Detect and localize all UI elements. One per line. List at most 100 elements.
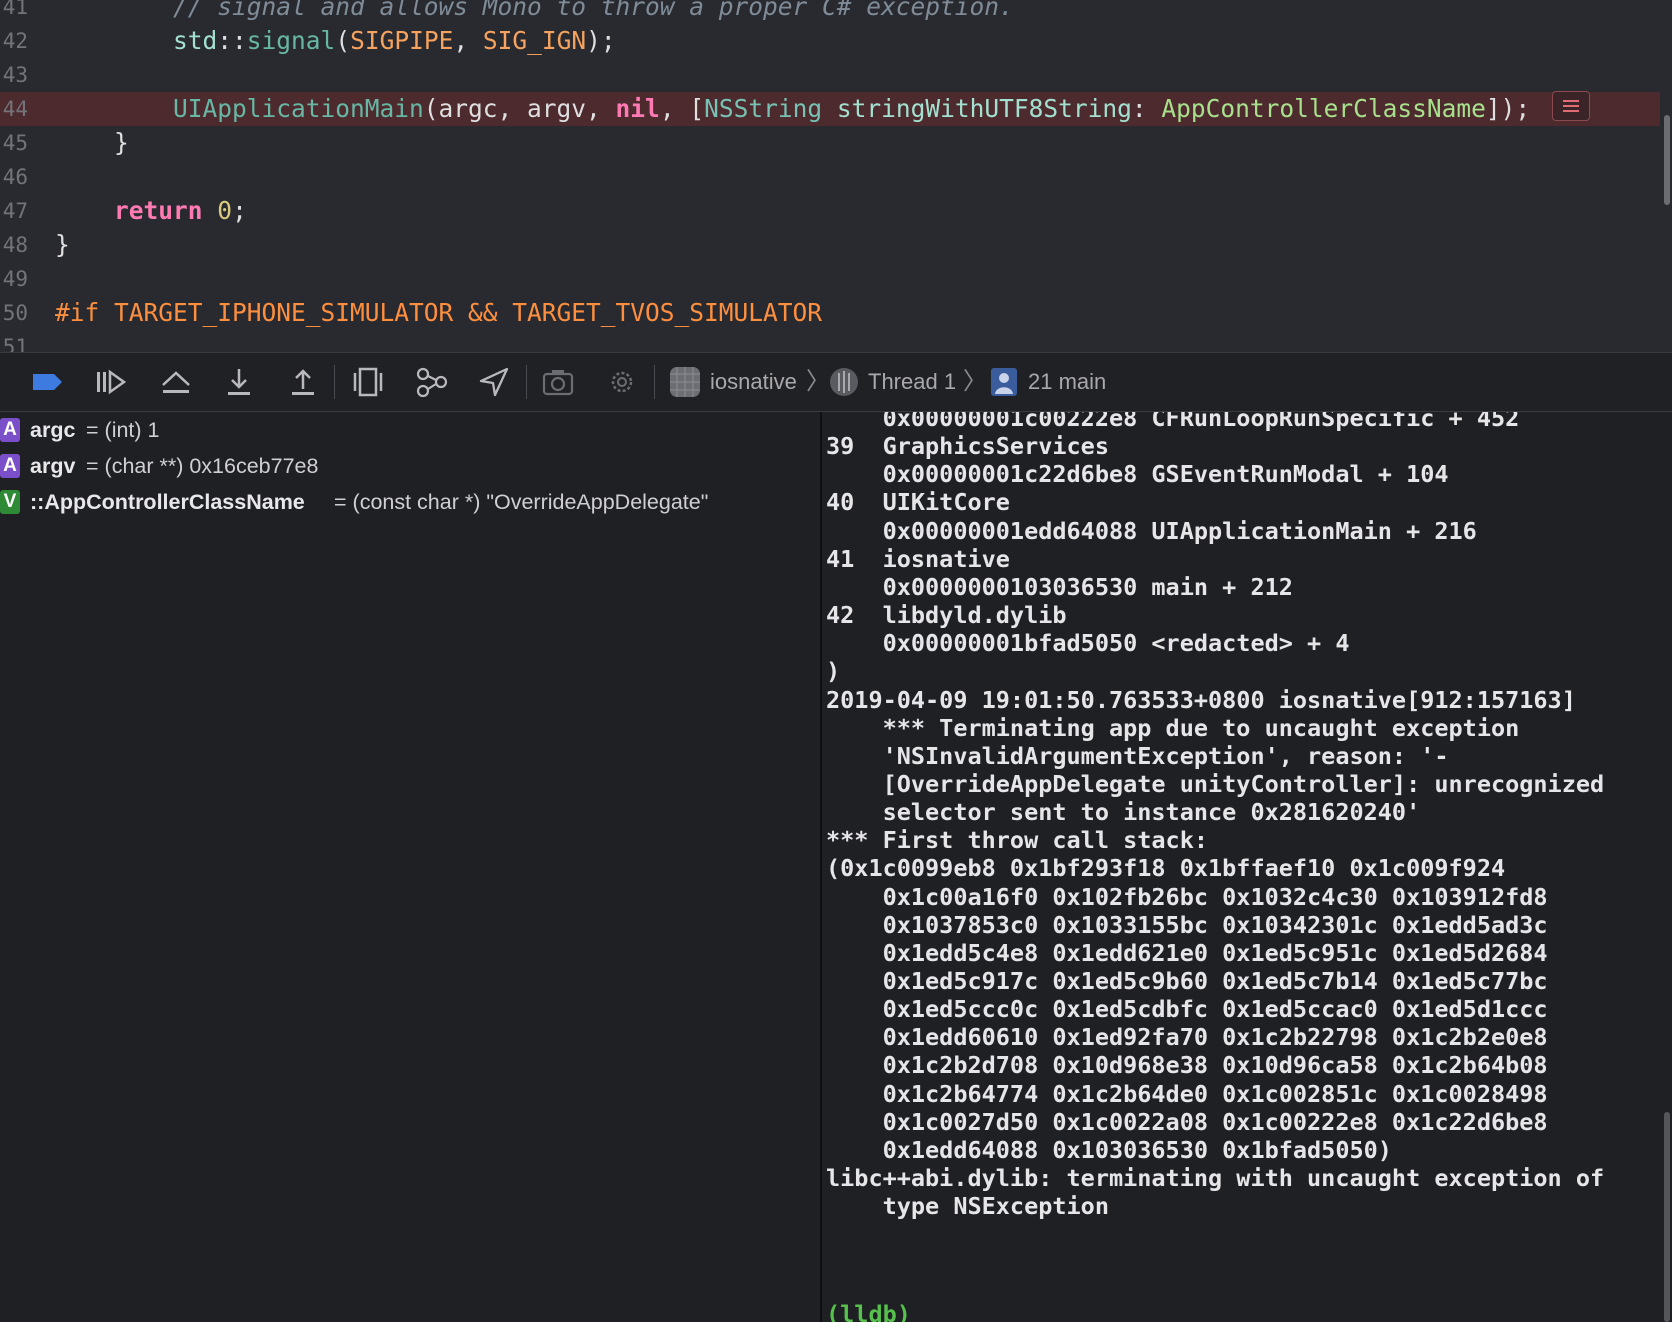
code-token: stringWithUTF8String xyxy=(836,94,1132,123)
code-token: (argc, argv, xyxy=(423,94,616,123)
debug-view-hierarchy-button[interactable] xyxy=(351,365,385,399)
location-icon xyxy=(479,367,509,397)
breakpoint-icon xyxy=(33,374,62,390)
code-line[interactable]: 45 } xyxy=(0,126,1660,160)
line-number[interactable]: 48 xyxy=(0,228,28,262)
lldb-prompt[interactable]: (lldb) xyxy=(826,1299,1666,1322)
code-line[interactable]: 49 xyxy=(0,262,1660,296)
code-token: AppControllerClassName xyxy=(1161,94,1486,123)
code-text: UIApplicationMain(argc, argv, nil, [NSSt… xyxy=(55,92,1530,126)
step-over-button[interactable] xyxy=(159,365,193,399)
line-number[interactable]: 41 xyxy=(0,0,28,24)
code-line[interactable]: 50 #if TARGET_IPHONE_SIMULATOR && TARGET_… xyxy=(0,296,1660,330)
stack-frame-user-icon xyxy=(990,367,1018,397)
console-line: 0x00000001c22d6be8 GSEventRunModal + 104 xyxy=(826,460,1449,488)
code-text: #if TARGET_IPHONE_SIMULATOR && TARGET_TV… xyxy=(55,296,822,330)
editor-scrollbar[interactable] xyxy=(1664,115,1670,205)
thread-icon xyxy=(829,367,859,397)
view-hierarchy-icon xyxy=(353,367,383,397)
console-line: 0x1edd64088 0x103036530 0x1bfad5050) xyxy=(826,1136,1392,1164)
line-number[interactable]: 45 xyxy=(0,126,28,160)
variable-value: = (int) 1 xyxy=(86,418,160,442)
console-line: *** Terminating app due to uncaught exce… xyxy=(826,714,1520,742)
step-into-icon xyxy=(228,369,250,395)
console-line: 39 GraphicsServices xyxy=(826,432,1109,460)
breakpoints-toggle-button[interactable] xyxy=(30,365,64,399)
variables-view[interactable]: A argc = (int) 1 A argv = (char **) 0x16… xyxy=(0,412,820,1322)
continue-icon xyxy=(97,369,127,395)
line-number[interactable]: 42 xyxy=(0,24,28,58)
line-number[interactable]: 43 xyxy=(0,58,28,92)
console-line: 0x1c2b2d708 0x10d968e38 0x10d96ca58 0x1c… xyxy=(826,1051,1548,1079)
code-token: : xyxy=(1131,94,1162,123)
console-line: 0x1ed5ccc0c 0x1ed5cdbfc 0x1ed5ccac0 0x1e… xyxy=(826,995,1548,1023)
step-out-button[interactable] xyxy=(286,365,320,399)
line-number[interactable]: 47 xyxy=(0,194,28,228)
console-line: 0x00000001c00222e8 CFRunLoopRunSpecific … xyxy=(826,412,1520,432)
console-line: 0x00000001bfad5050 <redacted> + 4 xyxy=(826,629,1350,657)
console-line: 42 libdyld.dylib xyxy=(826,601,1067,629)
code-line[interactable]: 41 // signal and allows Mono to throw a … xyxy=(0,0,1660,24)
console-line: 0x0000000103036530 main + 212 xyxy=(826,573,1293,601)
code-token: NSString xyxy=(704,94,823,123)
code-token: :: xyxy=(217,26,247,55)
code-token: } xyxy=(55,230,70,259)
memory-graph-icon xyxy=(416,367,448,398)
code-line[interactable]: 43 xyxy=(0,58,1660,92)
code-line[interactable]: 51 xyxy=(0,330,1660,352)
line-number[interactable]: 44 xyxy=(0,92,28,126)
breadcrumb-frame[interactable]: 21 main xyxy=(1028,367,1106,397)
step-into-button[interactable] xyxy=(222,365,256,399)
line-number[interactable]: 49 xyxy=(0,262,28,296)
code-token: #if TARGET_IPHONE_SIMULATOR && TARGET_TV… xyxy=(55,298,823,327)
environment-overrides-button[interactable] xyxy=(605,365,639,399)
debug-console[interactable]: 0x00000001c00222e8 CFRunLoopRunSpecific … xyxy=(822,412,1672,1322)
issue-annotation-icon[interactable] xyxy=(1552,91,1590,121)
variable-value: = (const char *) "OverrideAppDelegate" xyxy=(334,490,709,514)
code-token: signal xyxy=(246,26,336,55)
source-editor[interactable]: 41 // signal and allows Mono to throw a … xyxy=(0,0,1672,352)
code-text: // signal and allows Mono to throw a pro… xyxy=(55,0,1014,24)
debug-memory-graph-button[interactable] xyxy=(414,365,448,399)
argument-badge-icon: A xyxy=(0,418,20,442)
variable-name: argv xyxy=(30,454,76,478)
variable-value: = (char **) 0x16ceb77e8 xyxy=(86,454,319,478)
code-line[interactable]: 48} xyxy=(0,228,1660,262)
console-line: *** First throw call stack: xyxy=(826,826,1209,854)
code-token: UIApplicationMain xyxy=(173,94,424,123)
camera-icon xyxy=(542,370,574,396)
console-line: 0x1c00a16f0 0x102fb26bc 0x1032c4c30 0x10… xyxy=(826,883,1548,911)
code-token: , xyxy=(453,26,483,55)
console-line: selector sent to instance 0x281620240' xyxy=(826,798,1421,826)
console-line: 0x1c0027d50 0x1c0022a08 0x1c00222e8 0x1c… xyxy=(826,1108,1548,1136)
code-line[interactable]: 47 return 0; xyxy=(0,194,1660,228)
breadcrumb-thread[interactable]: Thread 1 xyxy=(868,367,956,397)
console-line: (0x1c0099eb8 0x1bf293f18 0x1bffaef10 0x1… xyxy=(826,854,1506,882)
console-line: libc++abi.dylib: terminating with uncaug… xyxy=(826,1164,1605,1192)
line-number[interactable]: 46 xyxy=(0,160,28,194)
code-line-error[interactable]: 44 UIApplicationMain(argc, argv, nil, [N… xyxy=(0,92,1660,126)
console-line: 0x1edd60610 0x1ed92fa70 0x1c2b22798 0x1c… xyxy=(826,1023,1548,1051)
line-number[interactable]: 50 xyxy=(0,296,28,330)
continue-button[interactable] xyxy=(93,365,127,399)
line-number[interactable]: 51 xyxy=(0,330,28,352)
capture-gpu-frame-button[interactable] xyxy=(541,365,575,399)
code-token: // signal and allows Mono to throw a pro… xyxy=(173,0,1014,21)
console-scrollbar[interactable] xyxy=(1664,1112,1670,1322)
debug-bar: iosnative 〉 Thread 1 〉 21 main xyxy=(0,352,1672,412)
console-line: 'NSInvalidArgumentException', reason: '- xyxy=(826,742,1449,770)
code-token: ( xyxy=(335,26,351,55)
console-line: 0x00000001edd64088 UIApplicationMain + 2… xyxy=(826,517,1477,545)
code-token: return xyxy=(114,196,203,225)
console-line: 0x1edd5c4e8 0x1edd621e0 0x1ed5c951c 0x1e… xyxy=(826,939,1548,967)
code-line[interactable]: 42 std::signal(SIGPIPE, SIG_IGN); xyxy=(0,24,1660,58)
console-line: 0x1ed5c917c 0x1ed5c9b60 0x1ed5c7b14 0x1e… xyxy=(826,967,1548,995)
simulate-location-button[interactable] xyxy=(477,365,511,399)
code-token: 0 xyxy=(217,196,233,225)
code-text: } xyxy=(55,126,129,160)
breadcrumb-app[interactable]: iosnative xyxy=(710,367,797,397)
code-line[interactable]: 46 xyxy=(0,160,1660,194)
